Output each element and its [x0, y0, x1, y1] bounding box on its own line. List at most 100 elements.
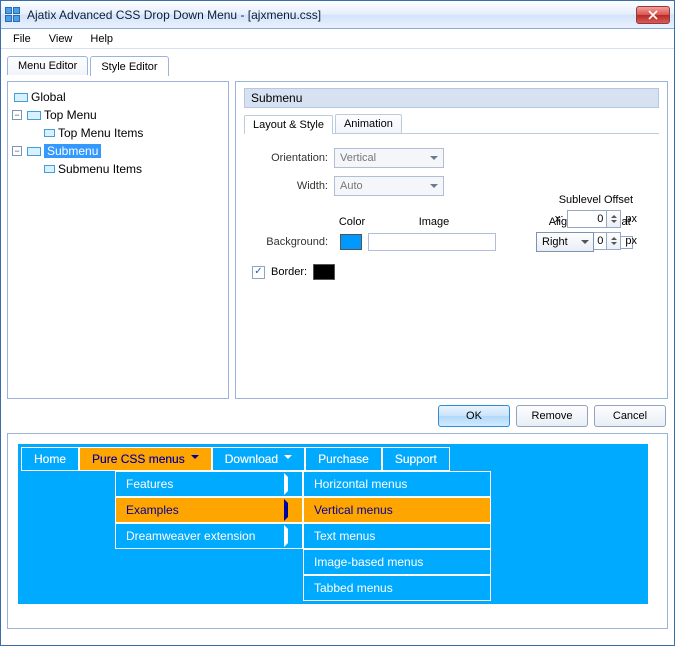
- color-header: Color: [334, 216, 370, 228]
- tree-node-submenu-items[interactable]: Submenu Items: [42, 160, 224, 178]
- subtab-layout-style[interactable]: Layout & Style: [244, 115, 333, 134]
- sub-examples[interactable]: Examples: [115, 497, 303, 523]
- align-combo[interactable]: Right: [536, 232, 594, 252]
- background-color-swatch[interactable]: [340, 234, 362, 250]
- tree-label: Global: [31, 90, 66, 104]
- menu-icon: [27, 111, 41, 120]
- sublevel-title: Sublevel Offset: [555, 194, 637, 206]
- tree-label: Top Menu: [44, 108, 97, 122]
- sub-image[interactable]: Image-based menus: [303, 549, 491, 575]
- x-spinner[interactable]: [567, 210, 621, 228]
- tab-style-editor[interactable]: Style Editor: [90, 56, 168, 76]
- nav-pure-css[interactable]: Pure CSS menus: [79, 447, 212, 471]
- combo-value: Auto: [340, 180, 363, 192]
- border-label: Border:: [271, 266, 307, 278]
- tree-label-selected: Submenu: [44, 144, 101, 158]
- width-combo[interactable]: Auto: [334, 176, 444, 196]
- nav-label: Examples: [126, 503, 179, 517]
- main-tabstrip: Menu Editor Style Editor: [7, 53, 668, 75]
- combo-value: Right: [542, 236, 568, 248]
- orientation-combo[interactable]: Vertical: [334, 148, 444, 168]
- nav-label: Image-based menus: [314, 555, 423, 569]
- submenu-col1: Features Examples Dreamweaver extension: [115, 471, 303, 601]
- sub-tabstrip: Layout & Style Animation: [244, 114, 659, 134]
- chevron-right-icon: [284, 503, 292, 517]
- unit-px: px: [625, 213, 637, 225]
- spinner-arrows[interactable]: [607, 232, 621, 250]
- image-header: Image: [370, 216, 498, 228]
- preview-menu: Home Pure CSS menus Download Purchase Su…: [18, 444, 648, 604]
- menu-file[interactable]: File: [5, 32, 39, 46]
- collapse-icon[interactable]: −: [12, 146, 22, 156]
- nav-home[interactable]: Home: [21, 447, 79, 471]
- menu-view[interactable]: View: [41, 32, 81, 46]
- tree-pane[interactable]: Global − Top Menu Top Menu Items − Subme…: [7, 81, 229, 399]
- editor-panels: Global − Top Menu Top Menu Items − Subme…: [7, 81, 668, 399]
- sub-horizontal[interactable]: Horizontal menus: [303, 471, 491, 497]
- background-image-field[interactable]: [368, 233, 496, 251]
- sub-dreamweaver[interactable]: Dreamweaver extension: [115, 523, 303, 549]
- sub-features[interactable]: Features: [115, 471, 303, 497]
- background-row: Background: Right: [252, 232, 651, 252]
- chevron-down-icon: [284, 452, 292, 466]
- x-input[interactable]: [567, 210, 607, 228]
- menubar: File View Help: [1, 29, 674, 49]
- nav-label: Tabbed menus: [314, 581, 393, 595]
- section-title: Submenu: [244, 88, 659, 108]
- dialog-window: Ajatix Advanced CSS Drop Down Menu - [aj…: [0, 0, 675, 646]
- menu-icon: [27, 147, 41, 156]
- sub-vertical[interactable]: Vertical menus: [303, 497, 491, 523]
- nav-label: Download: [225, 452, 278, 466]
- border-color-swatch[interactable]: [313, 264, 335, 280]
- window-title: Ajatix Advanced CSS Drop Down Menu - [aj…: [27, 8, 636, 22]
- submenu-icon: [44, 129, 55, 137]
- preview-sub-row: Features Examples Dreamweaver extension …: [21, 471, 645, 601]
- titlebar[interactable]: Ajatix Advanced CSS Drop Down Menu - [aj…: [1, 1, 674, 29]
- nav-purchase[interactable]: Purchase: [305, 447, 382, 471]
- tree-label: Submenu Items: [58, 162, 142, 176]
- width-label: Width:: [252, 180, 328, 192]
- preview-top-row: Home Pure CSS menus Download Purchase Su…: [21, 447, 645, 471]
- nav-label: Home: [34, 452, 66, 466]
- orientation-label: Orientation:: [252, 152, 328, 164]
- tree-node-global[interactable]: Global: [12, 88, 224, 106]
- nav-label: Text menus: [314, 529, 375, 543]
- ok-button[interactable]: OK: [438, 405, 510, 427]
- spinner-arrows[interactable]: [607, 210, 621, 228]
- nav-download[interactable]: Download: [212, 447, 305, 471]
- unit-px: px: [625, 235, 637, 247]
- tree-node-top-menu-items[interactable]: Top Menu Items: [42, 124, 224, 142]
- app-icon: [5, 7, 21, 23]
- dialog-buttons: OK Remove Cancel: [7, 405, 668, 427]
- border-row: Border:: [252, 264, 651, 280]
- cancel-button[interactable]: Cancel: [594, 405, 666, 427]
- chevron-right-icon: [284, 477, 292, 491]
- sub-tabbed[interactable]: Tabbed menus: [303, 575, 491, 601]
- remove-button[interactable]: Remove: [516, 405, 588, 427]
- background-label: Background:: [252, 236, 328, 248]
- sub-text[interactable]: Text menus: [303, 523, 491, 549]
- nav-support[interactable]: Support: [382, 447, 450, 471]
- subtab-animation[interactable]: Animation: [335, 114, 402, 133]
- nav-label: Support: [395, 452, 437, 466]
- tab-menu-editor[interactable]: Menu Editor: [7, 56, 88, 75]
- border-checkbox[interactable]: [252, 266, 265, 279]
- submenu-icon: [44, 165, 55, 173]
- nav-label: Vertical menus: [314, 503, 393, 517]
- form-body: Orientation: Vertical Width: Auto Sublev…: [244, 144, 659, 280]
- tree-node-top-menu[interactable]: − Top Menu: [12, 106, 224, 124]
- submenu-col2: Horizontal menus Vertical menus Text men…: [303, 471, 491, 601]
- close-icon[interactable]: [636, 6, 670, 24]
- collapse-icon[interactable]: −: [12, 110, 22, 120]
- nav-label: Purchase: [318, 452, 369, 466]
- menu-icon: [14, 93, 28, 102]
- combo-value: Vertical: [340, 152, 376, 164]
- properties-pane: Submenu Layout & Style Animation Orienta…: [235, 81, 668, 399]
- chevron-right-icon: [284, 529, 292, 543]
- menu-preview: Home Pure CSS menus Download Purchase Su…: [7, 433, 668, 629]
- nav-label: Dreamweaver extension: [126, 529, 255, 543]
- tree-label: Top Menu Items: [58, 126, 143, 140]
- tree-node-submenu[interactable]: − Submenu: [12, 142, 224, 160]
- nav-label: Horizontal menus: [314, 477, 407, 491]
- menu-help[interactable]: Help: [82, 32, 121, 46]
